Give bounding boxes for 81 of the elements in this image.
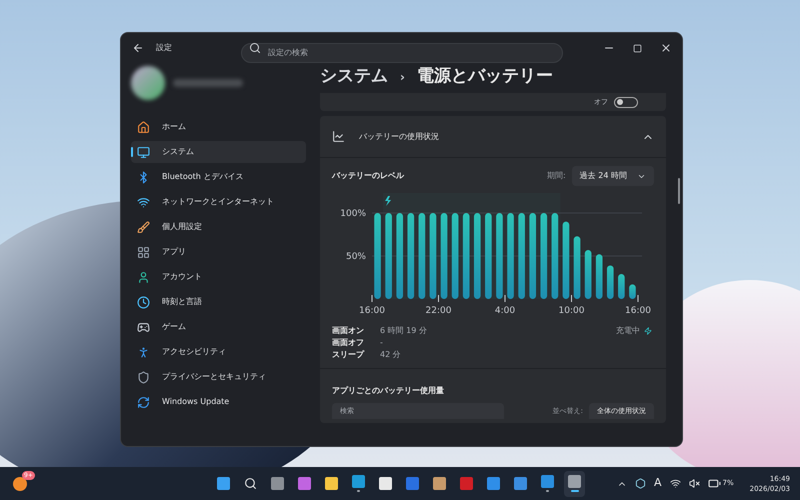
stat-label: 画面オフ: [332, 337, 364, 348]
section-heading: アプリごとのバッテリー使用量: [332, 386, 444, 395]
apps-icon: [137, 246, 150, 258]
brush-icon: [137, 220, 150, 234]
nav-item[interactable]: 時刻と言語: [131, 291, 306, 313]
running-indicator: [357, 490, 360, 492]
battery-bar: [629, 284, 636, 299]
battery-bar: [606, 265, 614, 299]
search-icon: [244, 477, 257, 490]
nav-item[interactable]: ホーム: [131, 116, 306, 138]
app-icon: [487, 477, 500, 490]
app-icon: [298, 477, 311, 490]
breadcrumb-link[interactable]: システム: [320, 64, 388, 90]
scrollbar-thumb[interactable]: [678, 178, 680, 204]
nav-item[interactable]: Bluetooth とデバイス: [131, 166, 306, 188]
breadcrumb-separator: ›: [400, 69, 405, 86]
battery-bar: [596, 254, 603, 299]
nav-item[interactable]: ゲーム: [131, 316, 306, 338]
stat-value: 42 分: [380, 349, 402, 360]
nav-item[interactable]: プライバシーとセキュリティ: [131, 366, 306, 388]
gamepad-icon: [137, 320, 150, 334]
page-title: 電源とバッテリー: [416, 65, 553, 88]
nav-item[interactable]: アプリ: [131, 241, 306, 263]
running-indicator: [570, 490, 578, 492]
axis-label: 50%: [346, 252, 366, 262]
stat-label: スリープ: [332, 349, 364, 360]
stat-value: 6 時間 19 分: [380, 325, 427, 336]
search-icon: [249, 42, 261, 54]
close-icon[interactable]: [660, 42, 672, 54]
app-icon: [352, 475, 365, 488]
selection-indicator: [131, 147, 133, 157]
toggle-switch[interactable]: [614, 96, 638, 108]
app-icon: [433, 477, 446, 490]
nav-item[interactable]: ネットワークとインターネット: [131, 191, 306, 213]
bolt-icon: [644, 327, 652, 335]
search-field[interactable]: 設定の検索: [241, 42, 563, 62]
running-indicator: [546, 490, 549, 492]
hexagon-icon[interactable]: [635, 478, 646, 489]
avatar: [131, 66, 165, 100]
back-icon[interactable]: [132, 42, 144, 54]
nav-item[interactable]: 個人用設定: [131, 216, 306, 238]
axis-label: 22:00: [426, 306, 452, 316]
charging-status: 充電中: [616, 325, 640, 337]
chart-icon: [332, 130, 345, 143]
blurred-name-bar: [173, 79, 243, 87]
bolt-icon: [385, 196, 392, 206]
wifi-icon: [137, 196, 150, 208]
axis-label: 16:00: [625, 306, 651, 316]
period-label: 期間:: [547, 170, 566, 182]
clock-icon: [137, 296, 150, 308]
ime-indicator[interactable]: A: [654, 475, 662, 492]
battery-icon[interactable]: [708, 477, 721, 490]
axis-label: 10:00: [558, 306, 584, 316]
nav-item[interactable]: システム: [131, 141, 306, 163]
stat-label: 画面オン: [332, 325, 364, 336]
person-icon: [137, 270, 150, 284]
battery-bar: [574, 236, 580, 299]
accessibility-icon: [137, 346, 150, 358]
home-icon: [137, 120, 150, 134]
axis-label: 4:00: [494, 306, 516, 316]
axis-label: 16:00: [359, 306, 385, 316]
nav-item[interactable]: アクセシビリティ: [131, 341, 306, 363]
axis-label: 100%: [340, 209, 366, 219]
battery-bar: [584, 250, 592, 299]
wifi-icon[interactable]: [670, 478, 681, 489]
taskbar-app[interactable]: [564, 470, 585, 496]
weather-icon[interactable]: [13, 476, 27, 490]
maximize-icon[interactable]: [633, 44, 642, 52]
app-icon: [406, 477, 419, 490]
nav-item[interactable]: アカウント: [131, 266, 306, 288]
nav-item[interactable]: Windows Update: [131, 391, 306, 413]
stat-value: -: [380, 337, 384, 348]
period-dropdown[interactable]: 過去 24 時間: [572, 166, 654, 186]
volume-muted-icon[interactable]: [688, 478, 700, 489]
section-heading: バッテリーのレベル: [332, 170, 404, 182]
battery-bar: [618, 274, 625, 299]
expander-header[interactable]: バッテリーの使用状況: [320, 116, 666, 158]
window-title: 設定: [156, 42, 172, 54]
refresh-icon: [137, 396, 150, 408]
bluetooth-icon: [137, 170, 150, 184]
monitor-icon: [137, 146, 150, 158]
